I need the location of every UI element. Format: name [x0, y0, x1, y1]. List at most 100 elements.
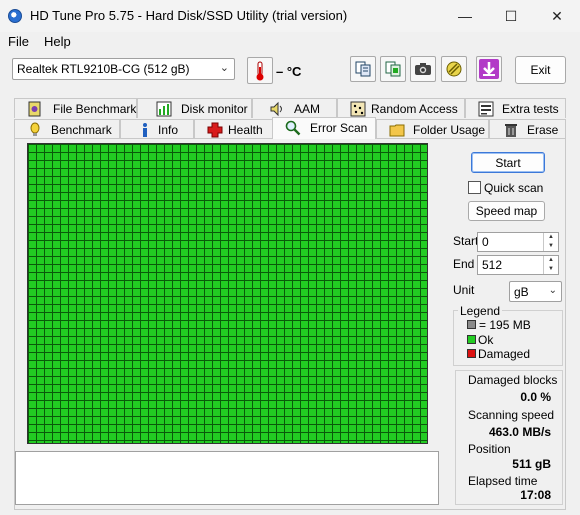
copy-text-button[interactable] — [350, 56, 376, 82]
benchmark-icon — [30, 122, 40, 136]
copy-all-button[interactable] — [380, 56, 406, 82]
tab-row-1: File Benchmark Disk monitor AAM Random A… — [14, 98, 566, 118]
download-arrow-icon — [479, 59, 499, 79]
end-position-input[interactable]: 512 ▲ ▼ — [477, 255, 559, 275]
close-icon: ✕ — [551, 7, 563, 24]
copy-all-icon — [385, 61, 401, 77]
legend-block-size: = 195 MB — [479, 318, 531, 332]
scan-log-box[interactable] — [15, 451, 439, 505]
chevron-down-icon: ⌄ — [219, 62, 229, 74]
legend-block-swatch — [467, 320, 476, 329]
start-field-label: Start — [453, 234, 479, 248]
position-label: Position — [468, 442, 511, 456]
temperature-readout: – °C — [276, 64, 302, 79]
menu-bar: File Help — [0, 32, 580, 52]
legend-title: Legend — [458, 304, 503, 318]
tab-folder-usage[interactable]: Folder Usage — [376, 119, 489, 139]
tab-benchmark[interactable]: Benchmark — [14, 119, 120, 139]
minimize-button[interactable]: — — [442, 0, 488, 32]
camera-icon — [415, 63, 431, 75]
chevron-down-icon: ⌄ — [548, 285, 557, 296]
tab-label: Health — [228, 123, 263, 137]
tab-row-2: Benchmark Info Health Error Scan Folder … — [14, 117, 566, 139]
drive-select-value: Realtek RTL9210B-CG (512 gB) — [17, 62, 190, 76]
update-button[interactable] — [476, 56, 502, 82]
elapsed-time-value: 17:08 — [520, 488, 551, 502]
exit-button[interactable]: Exit — [515, 56, 566, 84]
unit-select[interactable]: gB ⌄ — [509, 281, 562, 302]
legend-damaged-label: Damaged — [478, 347, 531, 361]
start-button[interactable]: Start — [471, 152, 545, 173]
tab-aam[interactable]: AAM — [252, 98, 337, 118]
quick-scan-checkbox[interactable] — [468, 181, 481, 194]
temperature-button[interactable] — [247, 57, 273, 84]
tab-info[interactable]: Info — [120, 119, 194, 139]
file-benchmark-icon — [28, 101, 41, 117]
tab-label: Benchmark — [51, 123, 112, 137]
error-scan-block-map — [27, 143, 428, 444]
tab-extra-tests[interactable]: Extra tests — [465, 98, 566, 118]
tab-file-benchmark[interactable]: File Benchmark — [14, 98, 137, 118]
tab-label: Error Scan — [310, 121, 368, 135]
close-button[interactable]: ✕ — [534, 0, 580, 32]
copy-icon — [355, 61, 371, 77]
screenshot-button[interactable] — [410, 56, 436, 82]
menu-file[interactable]: File — [8, 34, 29, 49]
legend-ok-swatch — [467, 335, 476, 344]
end-spinner[interactable]: ▲ ▼ — [543, 256, 558, 274]
start-spinner[interactable]: ▲ ▼ — [543, 233, 558, 251]
tab-random-access[interactable]: Random Access — [337, 98, 465, 118]
end-position-value: 512 — [482, 258, 503, 272]
tab-label: Erase — [527, 123, 559, 137]
drive-select[interactable]: Realtek RTL9210B-CG (512 gB) ⌄ — [12, 58, 235, 80]
title-bar: HD Tune Pro 5.75 - Hard Disk/SSD Utility… — [0, 0, 580, 32]
thermometer-icon — [256, 61, 264, 80]
tab-error-scan[interactable]: Error Scan — [272, 117, 376, 139]
tab-label: File Benchmark — [53, 102, 137, 116]
spin-up-icon[interactable]: ▲ — [544, 256, 558, 265]
menu-help[interactable]: Help — [44, 34, 71, 49]
legend-ok-label: Ok — [478, 333, 494, 347]
settings-disc-icon — [446, 61, 462, 77]
tab-health[interactable]: Health — [194, 119, 280, 139]
speaker-icon — [270, 101, 282, 117]
spin-down-icon[interactable]: ▼ — [544, 265, 558, 274]
spin-up-icon[interactable]: ▲ — [544, 233, 558, 242]
hdtune-app-icon — [8, 9, 22, 23]
start-position-value: 0 — [482, 235, 489, 249]
tab-label: Info — [158, 123, 179, 137]
maximize-icon: ☐ — [504, 7, 518, 24]
elapsed-time-label: Elapsed time — [468, 474, 538, 488]
speed-map-button[interactable]: Speed map — [468, 201, 545, 221]
extra-tests-icon — [478, 101, 494, 117]
minimize-icon: — — [458, 8, 472, 24]
start-position-input[interactable]: 0 ▲ ▼ — [477, 232, 559, 252]
quick-scan-label: Quick scan — [484, 181, 544, 195]
health-cross-icon — [207, 122, 223, 138]
scanning-speed-value: 463.0 MB/s — [488, 425, 551, 439]
tab-label: Extra tests — [502, 102, 559, 116]
tab-label: Random Access — [371, 102, 458, 116]
scanning-speed-label: Scanning speed — [468, 408, 555, 422]
window-title: HD Tune Pro 5.75 - Hard Disk/SSD Utility… — [30, 8, 348, 23]
info-icon — [143, 123, 147, 137]
magnifier-icon — [285, 120, 301, 136]
random-access-icon — [350, 101, 366, 117]
spin-down-icon[interactable]: ▼ — [544, 242, 558, 251]
tab-label: AAM — [294, 102, 321, 116]
damaged-blocks-label: Damaged blocks — [468, 373, 558, 387]
unit-field-label: Unit — [453, 283, 475, 297]
position-value: 511 gB — [512, 457, 551, 471]
tab-label: Folder Usage — [413, 123, 486, 137]
maximize-button[interactable]: ☐ — [488, 0, 534, 32]
folder-icon — [389, 124, 405, 137]
end-field-label: End — [453, 257, 475, 271]
tab-erase[interactable]: Erase — [489, 119, 566, 139]
tab-disk-monitor[interactable]: Disk monitor — [137, 98, 252, 118]
options-button[interactable] — [441, 56, 467, 82]
disk-monitor-icon — [156, 101, 172, 117]
legend-damaged-swatch — [467, 349, 476, 358]
trash-icon — [505, 124, 517, 137]
tab-label: Disk monitor — [181, 102, 248, 116]
unit-select-value: gB — [514, 285, 529, 299]
